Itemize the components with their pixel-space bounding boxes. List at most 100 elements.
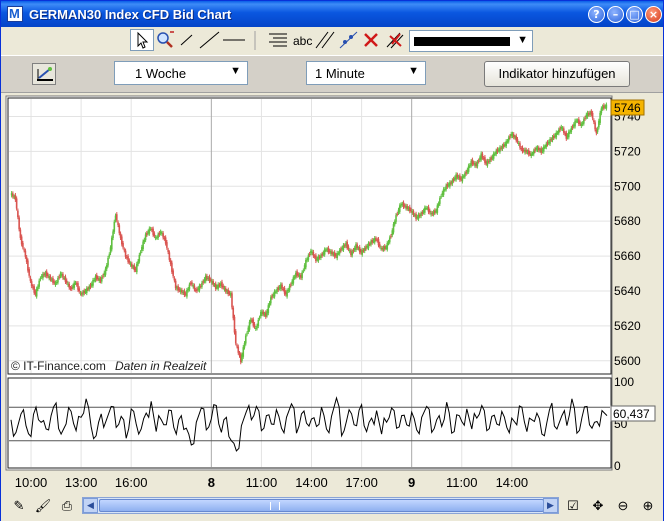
candle-body	[352, 250, 355, 252]
candle-body	[234, 331, 237, 344]
candle-body	[58, 276, 61, 278]
time-tick-label: 13:00	[65, 475, 98, 490]
candle-body	[138, 254, 141, 262]
price-tick-label: 5600	[614, 354, 641, 368]
candle-body	[35, 288, 38, 297]
price-panel	[7, 97, 612, 375]
candle-body	[22, 242, 24, 248]
candle-body	[516, 139, 519, 142]
price-tick-label: 5620	[614, 319, 641, 333]
candle-body	[270, 297, 272, 304]
candle-body	[39, 278, 42, 280]
candle-body	[570, 127, 573, 132]
candle-body	[467, 165, 470, 172]
time-tick-label: 14:00	[496, 475, 529, 490]
candle-body	[507, 137, 510, 142]
candle-body	[57, 278, 59, 283]
candle-body	[584, 117, 586, 119]
scroll-grip	[270, 502, 280, 510]
realtime-label: Daten in Realzeit	[115, 359, 207, 373]
candle-body	[392, 224, 395, 233]
candle-body	[193, 285, 196, 290]
candle-body	[137, 261, 139, 265]
candle-body	[18, 217, 20, 230]
candle-body	[301, 272, 303, 279]
scroll-right-arrow-icon[interactable]: ▶	[543, 498, 558, 513]
printer-icon[interactable]: ⎙	[57, 497, 77, 515]
price-axis: 57405720570056805660564056205600	[614, 109, 641, 367]
scroll-left-arrow-icon[interactable]: ◀	[83, 498, 98, 513]
candle-body	[117, 222, 119, 226]
time-tick-label: 10:00	[15, 475, 48, 490]
indicator-tick-label: 0	[614, 459, 621, 473]
candle-body	[15, 198, 18, 209]
candle-body	[286, 290, 288, 297]
candle-body	[243, 343, 246, 348]
candle-body	[29, 277, 32, 281]
candle-body	[100, 277, 103, 282]
candle-body	[27, 260, 29, 271]
move-icon[interactable]: ✥	[588, 497, 608, 515]
candle-body	[481, 153, 484, 158]
candle-body	[599, 112, 601, 123]
price-chart[interactable]: 57405720570056805660564056205600 100500 …	[1, 1, 664, 493]
watermark: © IT-Finance.com	[11, 359, 106, 373]
candle-body	[110, 237, 113, 250]
price-tick-label: 5680	[614, 214, 641, 228]
autoscale-checkbox-icon[interactable]: ☑	[563, 497, 583, 515]
candle-body	[231, 293, 233, 308]
candle-body	[532, 150, 535, 155]
candle-body	[188, 284, 191, 290]
zoom-in-icon[interactable]: ⊕	[638, 497, 658, 515]
candle-body	[509, 136, 511, 138]
scroll-thumb[interactable]	[99, 499, 544, 512]
candle-body	[246, 333, 248, 335]
candle-body	[429, 210, 431, 213]
candle-body	[288, 285, 291, 291]
candle-body	[105, 265, 108, 269]
candle-body	[118, 225, 121, 234]
candle-body	[201, 282, 203, 287]
candle-body	[356, 244, 359, 249]
zoom-out-icon[interactable]: ⊖	[613, 497, 633, 515]
brush-icon[interactable]: 🖌	[33, 497, 53, 515]
candle-body	[157, 234, 159, 238]
candle-body	[415, 213, 417, 220]
time-tick-label: 14:00	[295, 475, 328, 490]
candle-body	[167, 249, 169, 253]
candle-body	[222, 285, 225, 288]
candle-body	[242, 347, 245, 357]
pencil-icon[interactable]: ✎	[9, 497, 29, 515]
candle-body	[122, 242, 124, 248]
candle-body	[139, 252, 142, 254]
candle-body	[214, 283, 217, 289]
candle-body	[186, 290, 188, 297]
chart-window: M GERMAN30 Index CFD Bid Chart ? – □ × a…	[0, 0, 664, 521]
candle-body	[571, 126, 574, 128]
candle-body	[212, 281, 215, 285]
candle-body	[28, 269, 30, 276]
candle-body	[451, 180, 454, 184]
candle-body	[191, 282, 193, 285]
time-axis: 10:00 13:00 16:00 8 11:00 14:00 17:00 9 11:00 14:…	[15, 475, 528, 490]
candle-body	[464, 173, 466, 177]
time-scrollbar[interactable]: ◀ ▶	[82, 497, 559, 514]
candle-body	[593, 120, 595, 123]
candle-body	[233, 316, 236, 333]
time-tick-label: 11:00	[446, 475, 478, 490]
candle-body	[476, 162, 479, 167]
candle-body	[144, 234, 147, 241]
candle-body	[307, 255, 310, 260]
candle-body	[258, 317, 261, 319]
candle-body	[65, 280, 68, 283]
candle-body	[232, 307, 235, 319]
candle-body	[47, 274, 49, 277]
candle-body	[62, 274, 64, 278]
candle-body	[173, 278, 176, 281]
candle-body	[338, 250, 341, 254]
candle-body	[172, 270, 174, 277]
candle-body	[162, 233, 164, 238]
candle-body	[37, 286, 39, 290]
candle-body	[281, 284, 283, 289]
candle-body	[351, 251, 353, 256]
